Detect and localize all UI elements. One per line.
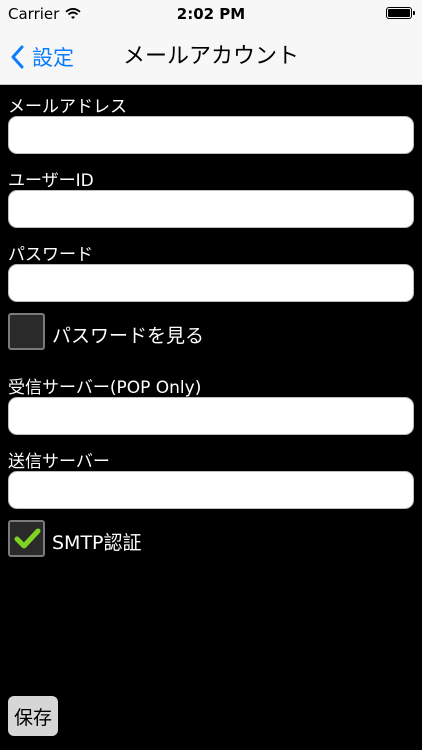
show-password-checkbox[interactable] bbox=[8, 313, 45, 350]
userid-field[interactable] bbox=[8, 190, 414, 228]
userid-label: ユーザーID bbox=[8, 171, 94, 191]
password-field[interactable] bbox=[8, 264, 414, 302]
incoming-server-field[interactable] bbox=[8, 397, 414, 435]
outgoing-server-label: 送信サーバー bbox=[8, 452, 110, 472]
save-button-label: 保存 bbox=[13, 706, 52, 729]
smtp-auth-checkbox[interactable] bbox=[8, 520, 45, 557]
navigation-bar: 設定 メールアカウント bbox=[0, 28, 422, 85]
incoming-server-label: 受信サーバー(POP Only) bbox=[8, 378, 202, 398]
battery-icon bbox=[386, 7, 415, 19]
email-field[interactable] bbox=[8, 116, 414, 154]
smtp-auth-label: SMTP認証 bbox=[52, 532, 142, 554]
password-label: パスワード bbox=[8, 245, 93, 265]
page-title: メールアカウント bbox=[122, 44, 299, 69]
status-time: 2:02 PM bbox=[176, 5, 246, 23]
save-button[interactable]: 保存 bbox=[8, 696, 58, 736]
outgoing-server-field[interactable] bbox=[8, 471, 414, 509]
show-password-label: パスワードを見る bbox=[52, 325, 205, 347]
status-bar: Carrier 2:02 PM bbox=[0, 0, 422, 28]
checkmark-icon bbox=[14, 528, 41, 549]
email-label: メールアドレス bbox=[8, 97, 127, 117]
